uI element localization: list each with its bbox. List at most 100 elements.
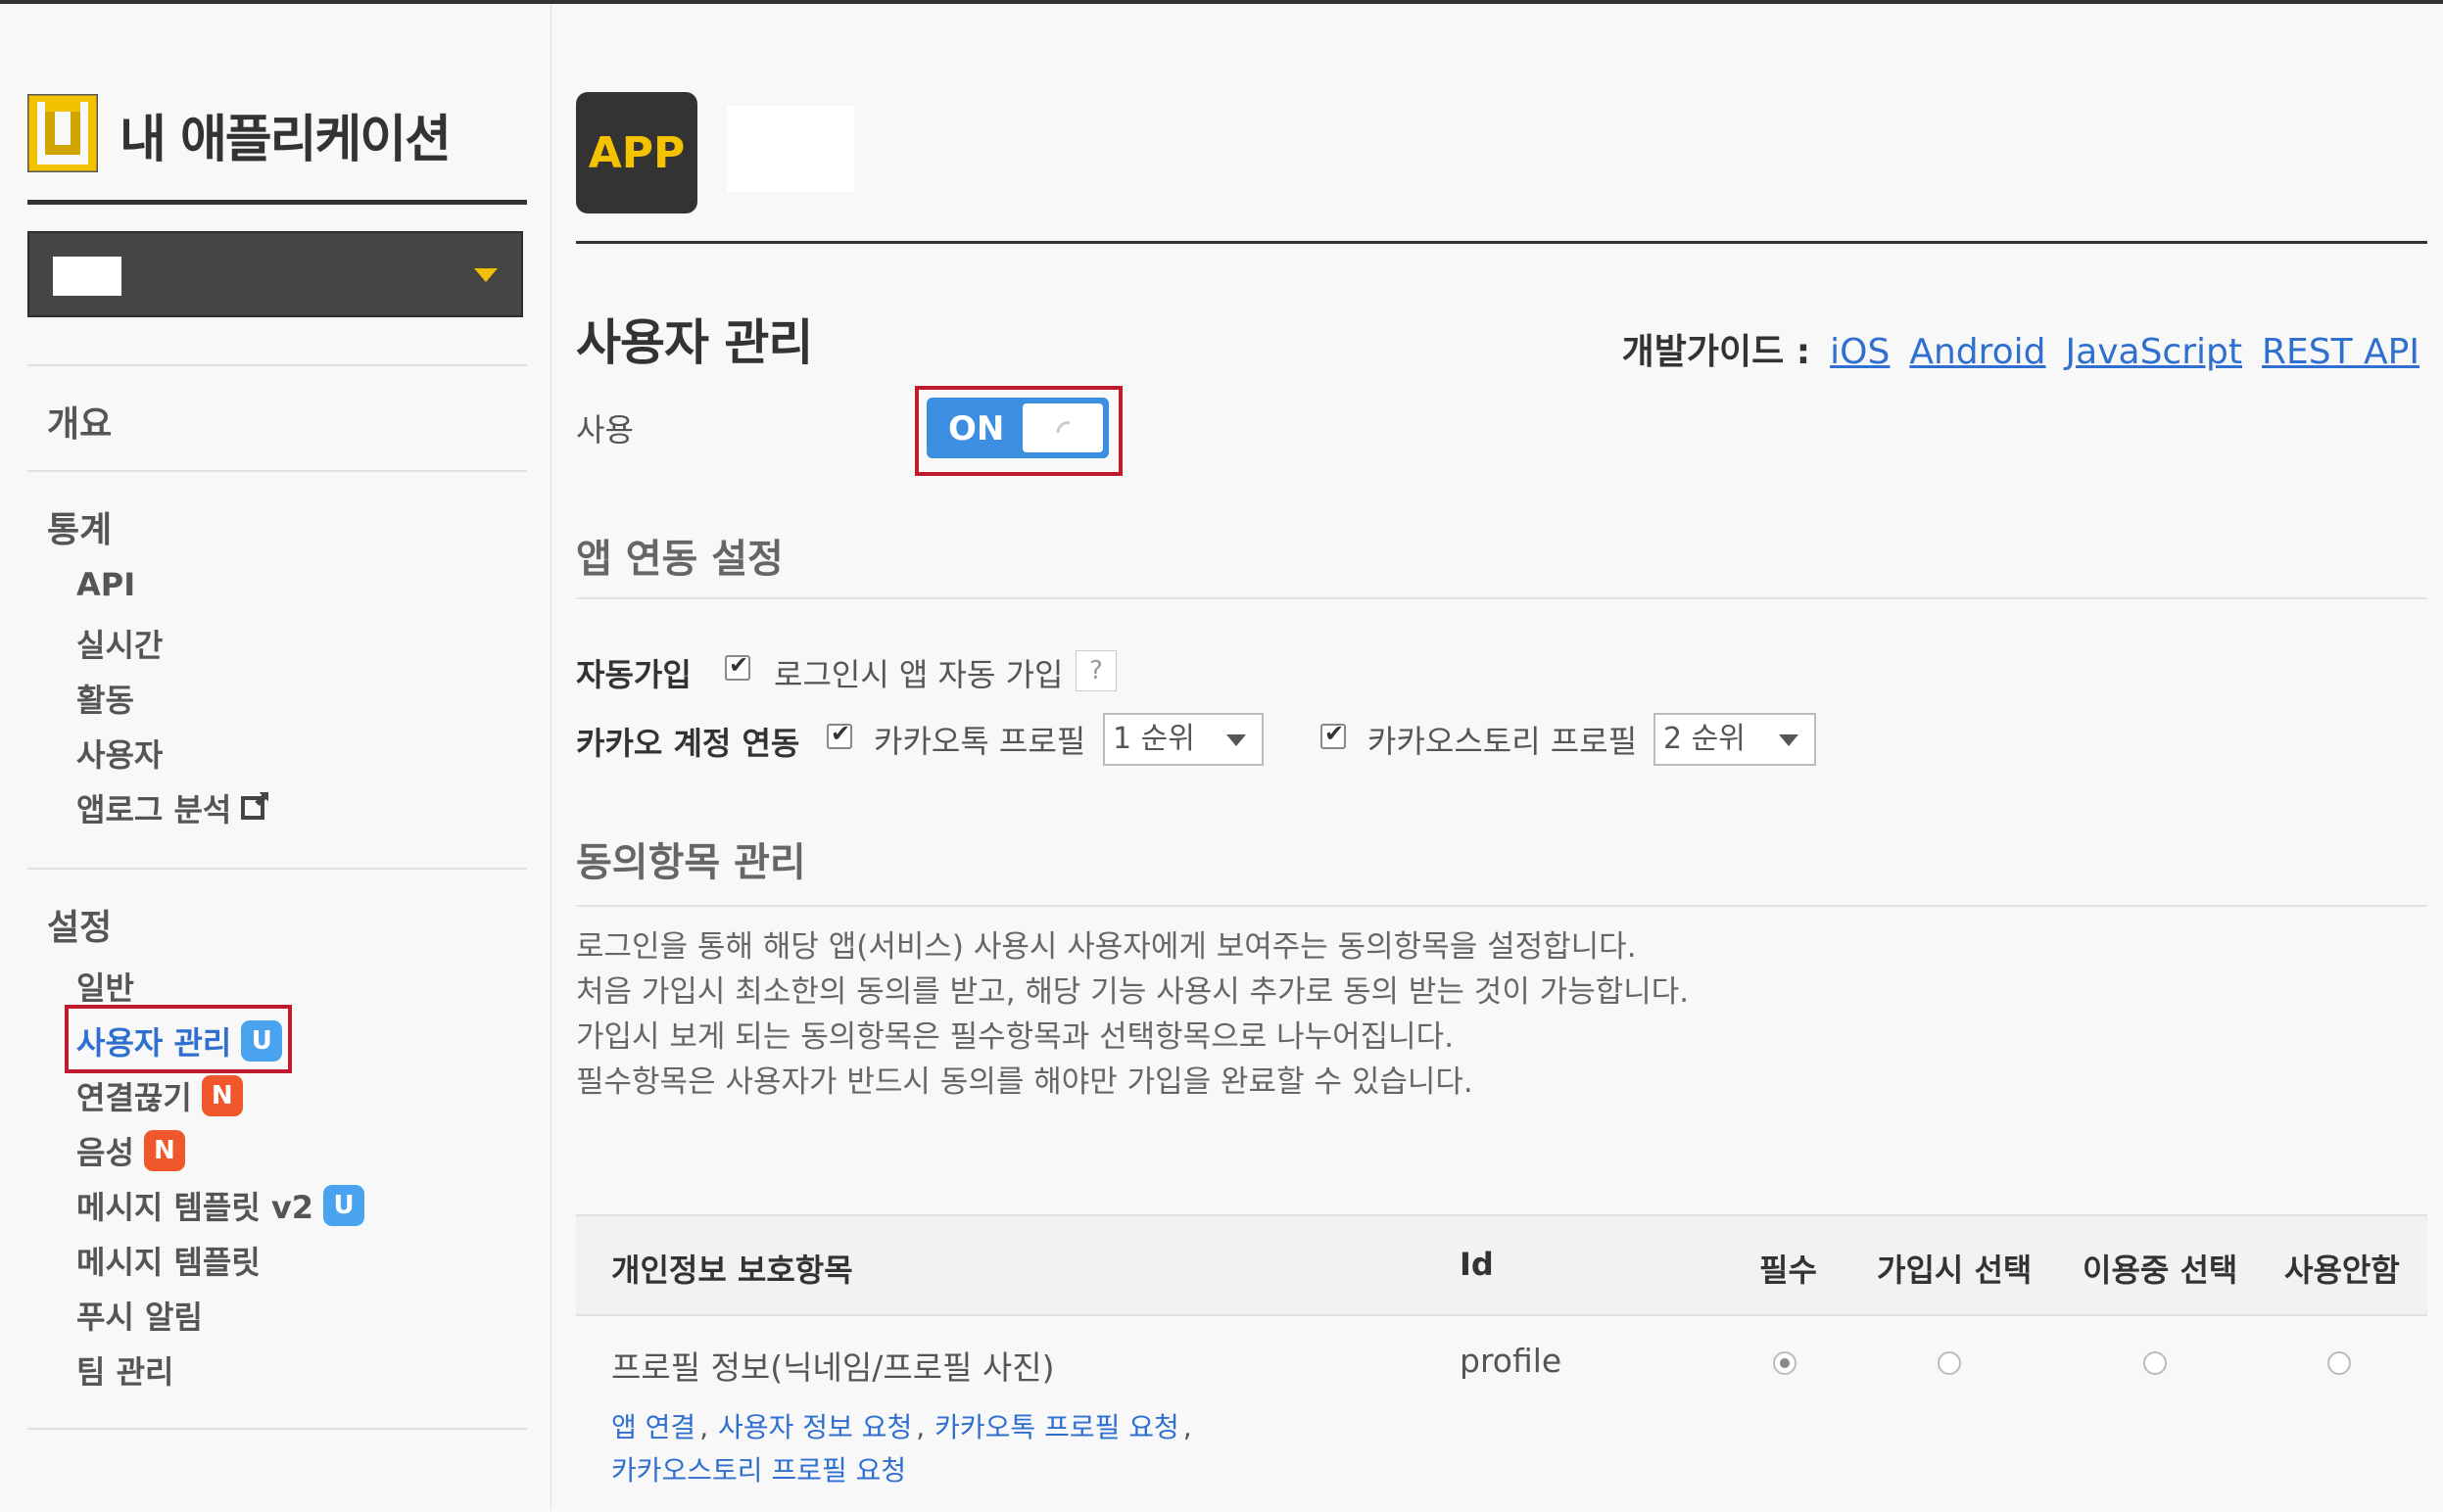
auto-join-checkbox[interactable] [725, 651, 750, 681]
guide-link-javascript[interactable]: JavaScript [2066, 332, 2242, 372]
row-item-name: 프로필 정보(닉네임/프로필 사진) [611, 1348, 1055, 1387]
sidebar-item-message-template[interactable]: 메시지 템플릿 [76, 1238, 261, 1283]
talk-profile-label: 카카오톡 프로필 [874, 723, 1086, 760]
link-story-profile-request[interactable]: 카카오스토리 프로필 요청 [611, 1454, 906, 1487]
divider [27, 470, 527, 472]
use-toggle[interactable]: ON [927, 398, 1109, 458]
external-link-icon [241, 796, 265, 820]
main-content: APP 사용자 관리 개발가이드 : iOS Android JavaScrip… [576, 0, 2427, 1510]
consent-description: 로그인을 통해 해당 앱(서비스) 사용시 사용자에게 보여주는 동의항목을 설… [576, 924, 1689, 1105]
sidebar-item-realtime[interactable]: 실시간 [76, 621, 163, 666]
chevron-down-icon [1226, 734, 1246, 746]
description-line: 로그인을 통해 해당 앱(서비스) 사용시 사용자에게 보여주는 동의항목을 설… [576, 929, 1637, 965]
sidebar-item-users[interactable]: 사용자 [76, 731, 163, 776]
consent-heading: 동의항목 관리 [576, 840, 806, 885]
sidebar-item-label: 활동 [76, 682, 134, 719]
radio-join-optional[interactable] [1938, 1351, 1961, 1375]
radio-use-optional[interactable] [2143, 1351, 2167, 1375]
divider [27, 868, 527, 870]
talk-profile-rank-select[interactable]: 1 순위 [1103, 713, 1264, 766]
sidebar-item-label: 음성 [76, 1134, 134, 1171]
table-row: 프로필 정보(닉네임/프로필 사진) profile 앱 연결, 사용자 정보 요… [576, 1316, 2427, 1512]
sidebar-item-team[interactable]: 팀 관리 [76, 1347, 173, 1393]
link-talk-profile-request[interactable]: 카카오톡 프로필 요청 [934, 1411, 1179, 1443]
sidebar-item-label: 일반 [76, 969, 134, 1007]
guide-link-rest-api[interactable]: REST API [2262, 332, 2419, 372]
sidebar-item-label: API [76, 566, 136, 603]
sidebar-item-label: 메시지 템플릿 v2 [76, 1189, 314, 1226]
sidebar-item-overview[interactable]: 개요 [47, 396, 112, 447]
sidebar-item-general[interactable]: 일반 [76, 964, 134, 1009]
sidebar-item-push[interactable]: 푸시 알림 [76, 1293, 203, 1338]
auto-join-label: 자동가입 [576, 656, 692, 693]
link-app-connect[interactable]: 앱 연결 [611, 1411, 695, 1443]
sidebar-title: 내 애플리케이션 [120, 111, 452, 169]
consent-table: 개인정보 보호항목 Id 필수 가입시 선택 이용중 선택 사용안함 프로필 정… [576, 1214, 2427, 1512]
badge-n-icon: N [201, 1075, 243, 1116]
sidebar-item-app-log[interactable]: 앱로그 분석 [76, 785, 265, 830]
highlight-box [65, 1005, 292, 1073]
sidebar-item-label: 메시지 템플릿 [76, 1244, 261, 1281]
app-selector-value [53, 257, 121, 296]
col-header-item: 개인정보 보호항목 [611, 1252, 853, 1289]
col-header-use-optional: 이용중 선택 [2083, 1252, 2238, 1289]
chevron-down-icon [1779, 734, 1798, 746]
header-divider [576, 241, 2427, 244]
dev-guide-links: 개발가이드 : iOS Android JavaScript REST API [1622, 323, 2419, 374]
app-logo-icon [27, 94, 98, 172]
radio-unused[interactable] [2327, 1351, 2351, 1375]
sidebar-item-activity[interactable]: 활동 [76, 676, 134, 721]
divider [576, 905, 2427, 907]
col-header-required: 필수 [1759, 1252, 1817, 1289]
description-line: 가입시 보게 되는 동의항목은 필수항목과 선택항목으로 나누어집니다. [576, 1019, 1455, 1055]
sidebar-item-label: 사용자 [76, 736, 164, 774]
dev-guide-label: 개발가이드 : [1621, 332, 1811, 372]
auto-join-checkbox-label: 로그인시 앱 자동 가입 [774, 656, 1064, 693]
col-header-join-optional: 가입시 선택 [1877, 1252, 2033, 1289]
chevron-down-icon [474, 268, 498, 282]
guide-link-android[interactable]: Android [1909, 332, 2045, 372]
divider [576, 597, 2427, 599]
app-name [727, 106, 854, 192]
table-header: 개인정보 보호항목 Id 필수 가입시 선택 이용중 선택 사용안함 [576, 1214, 2427, 1316]
badge-u-icon: U [323, 1185, 365, 1226]
select-value: 2 순위 [1663, 722, 1746, 756]
guide-link-ios[interactable]: iOS [1830, 332, 1890, 372]
sidebar-item-label: 실시간 [76, 627, 164, 664]
radio-required[interactable] [1773, 1351, 1796, 1375]
toggle-knob [1023, 403, 1103, 452]
kakao-account-label: 카카오 계정 연동 [576, 725, 800, 762]
app-icon: APP [576, 92, 697, 213]
use-label: 사용 [576, 411, 634, 449]
divider [27, 1428, 527, 1430]
col-header-unused: 사용안함 [2284, 1252, 2400, 1289]
select-value: 1 순위 [1113, 722, 1195, 756]
badge-n-icon: N [143, 1130, 185, 1171]
sidebar-heading-settings: 설정 [47, 908, 113, 948]
divider [27, 364, 527, 366]
link-user-info-request[interactable]: 사용자 정보 요청 [718, 1411, 912, 1443]
sidebar-item-message-template-v2[interactable]: 메시지 템플릿 v2 U [76, 1183, 365, 1228]
related-links: 앱 연결, 사용자 정보 요청, 카카오톡 프로필 요청, 카카오스토리 프로필 요… [611, 1411, 1192, 1487]
sidebar-item-label: 연결끊기 [76, 1079, 192, 1116]
story-profile-label: 카카오스토리 프로필 [1367, 723, 1638, 760]
description-line: 필수항목은 사용자가 반드시 동의를 해야만 가입을 완료할 수 있습니다. [576, 1064, 1473, 1100]
sidebar: 내 애플리케이션 개요 통계 API 실시간 활동 사용자 앱로그 분석 설정 … [0, 4, 551, 1510]
page-title: 사용자 관리 [576, 314, 813, 371]
description-line: 처음 가입시 최소한의 동의를 받고, 해당 기능 사용시 추가로 동의 받는 … [576, 974, 1690, 1010]
sidebar-item-label: 팀 관리 [76, 1353, 174, 1391]
sidebar-item-unlink[interactable]: 연결끊기 N [76, 1073, 243, 1118]
sidebar-divider [27, 200, 527, 205]
app-link-heading: 앱 연동 설정 [576, 537, 784, 582]
story-profile-checkbox[interactable] [1320, 720, 1346, 749]
sidebar-item-voice[interactable]: 음성 N [76, 1128, 185, 1173]
help-icon[interactable]: ? [1076, 650, 1117, 691]
sidebar-item-api[interactable]: API [76, 566, 135, 603]
col-header-id: Id [1460, 1246, 1494, 1283]
app-selector[interactable] [27, 231, 523, 317]
loading-spinner-icon [1056, 421, 1071, 434]
row-id: profile [1460, 1342, 1562, 1380]
story-profile-rank-select[interactable]: 2 순위 [1653, 713, 1816, 766]
toggle-state-label: ON [948, 409, 1005, 449]
talk-profile-checkbox[interactable] [827, 720, 852, 749]
